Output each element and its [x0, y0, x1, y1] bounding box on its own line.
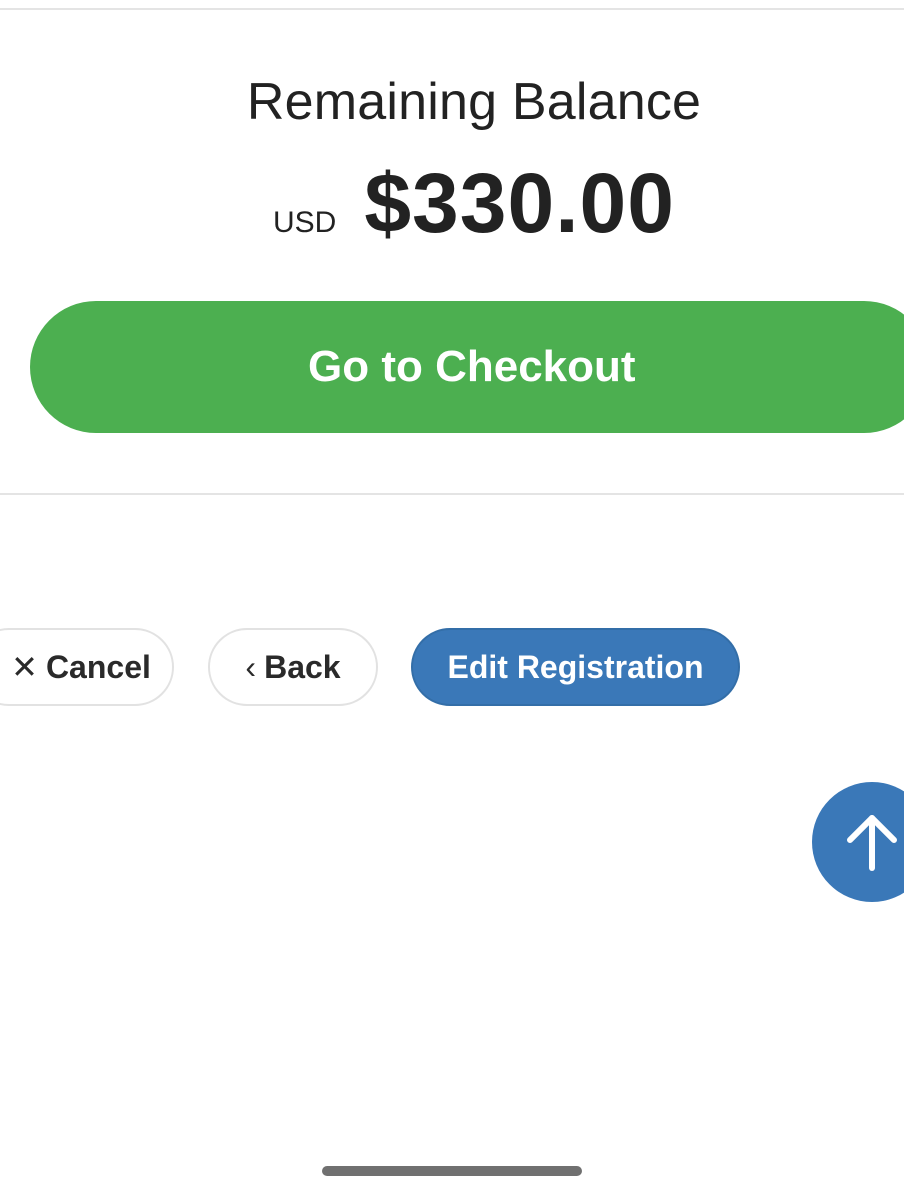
balance-amount-row: USD $330.00 [0, 155, 904, 255]
edit-registration-label: Edit Registration [447, 648, 704, 685]
chevron-left-icon: ‹ [245, 648, 257, 685]
close-icon: ✕ [11, 649, 38, 685]
go-to-checkout-label: Go to Checkout [308, 342, 636, 391]
cancel-button[interactable]: ✕ Cancel [0, 628, 174, 706]
go-to-checkout-button[interactable]: Go to Checkout [30, 301, 904, 433]
section-divider [0, 493, 904, 495]
cancel-label: Cancel [45, 648, 151, 685]
scroll-to-top-button[interactable] [812, 782, 904, 902]
balance-title: Remaining Balance [246, 73, 702, 131]
back-label: Back [264, 648, 341, 685]
home-indicator [322, 1166, 582, 1176]
edit-registration-button[interactable]: Edit Registration [411, 628, 740, 706]
top-divider [0, 8, 904, 10]
balance-amount: $330.00 [364, 156, 675, 250]
arrow-up-icon [847, 815, 897, 871]
currency-code: USD [273, 206, 337, 239]
back-button[interactable]: ‹ Back [208, 628, 378, 706]
